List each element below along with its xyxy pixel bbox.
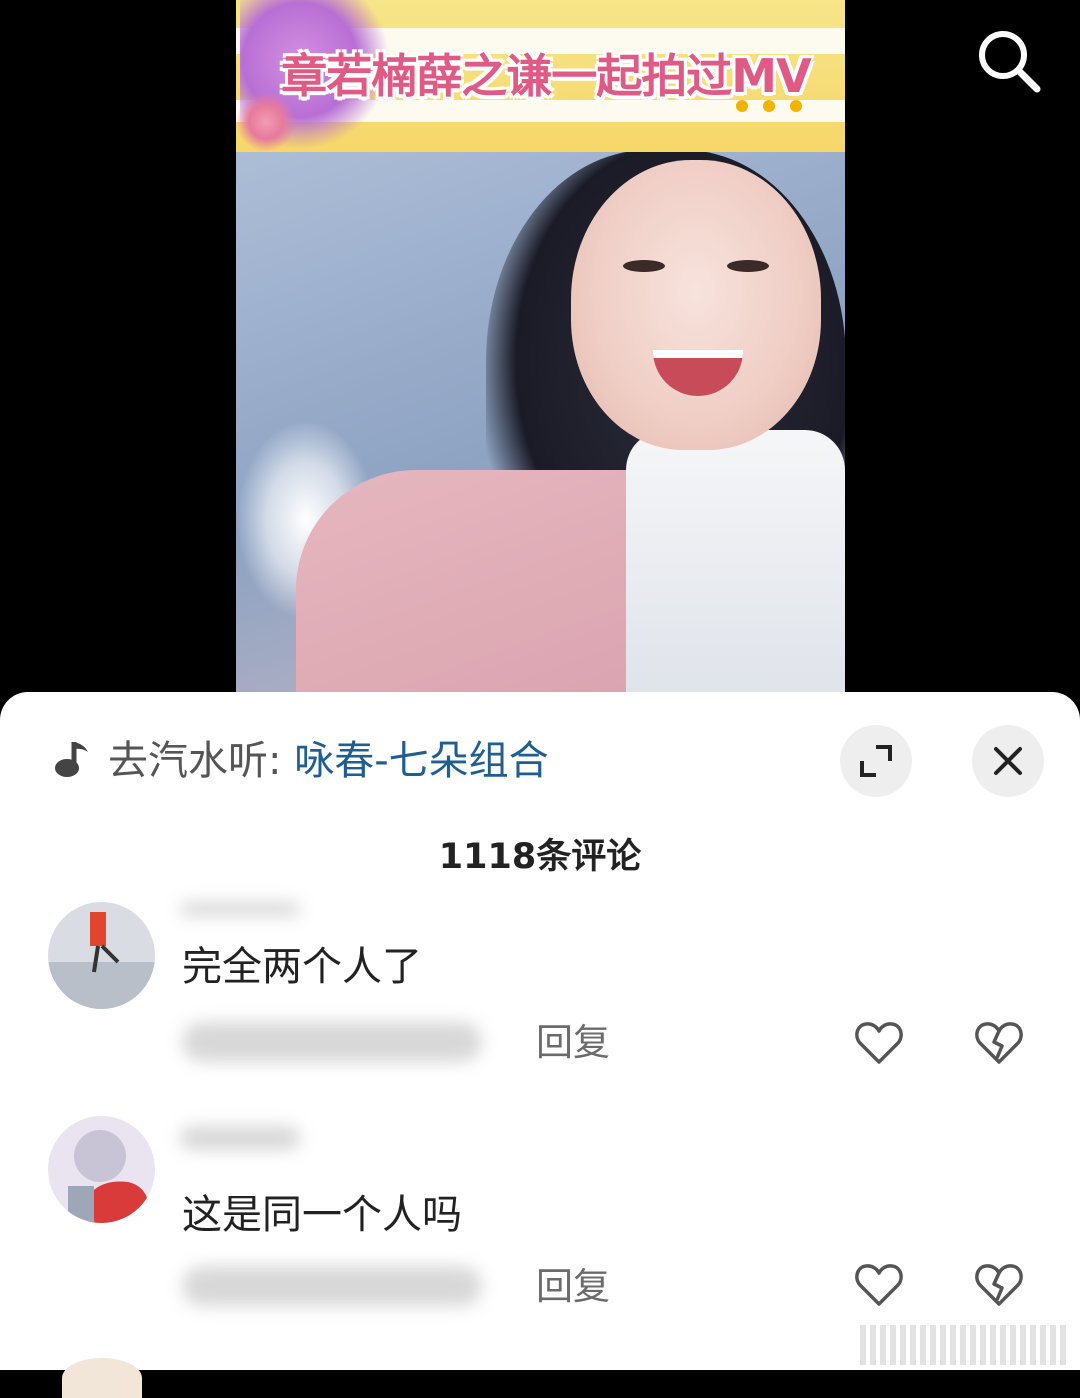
broken-heart-icon[interactable] [972, 1258, 1026, 1312]
video-title-banner: 章若楠薛之谦一起拍过MV [236, 0, 845, 152]
video-subject-turtleneck [626, 430, 845, 692]
banner-dot [763, 100, 775, 112]
reply-button[interactable]: 回复 [536, 1020, 610, 1066]
smile [653, 350, 743, 396]
blurred-meta [182, 1266, 482, 1306]
video-player[interactable]: 章若楠薛之谦一起拍过MV [0, 0, 1080, 700]
heart-icon[interactable] [852, 1258, 906, 1312]
expand-button[interactable] [840, 725, 912, 797]
music-note-icon [55, 742, 88, 777]
left-eye [623, 260, 665, 272]
banner-dot [790, 100, 802, 112]
video-title: 章若楠薛之谦一起拍过MV [281, 49, 811, 103]
video-subject-face [571, 160, 821, 450]
close-button[interactable] [972, 725, 1044, 797]
broken-heart-icon[interactable] [972, 1016, 1026, 1070]
expand-icon [860, 745, 892, 777]
comment-text: 这是同一个人吗 [182, 1192, 462, 1238]
heart-icon[interactable] [852, 1016, 906, 1070]
comment-count: 1118条评论 [438, 837, 642, 877]
blurred-meta [182, 1022, 482, 1062]
music-song-title[interactable]: 咏春-七朵组合 [294, 738, 548, 784]
blurred-username [180, 902, 300, 916]
music-bar[interactable]: 去汽水听: 咏春-七朵组合 [0, 692, 1080, 832]
watermark [860, 1325, 1070, 1365]
search-icon [979, 31, 1041, 93]
avatar[interactable] [48, 1116, 155, 1223]
banner-dot [736, 100, 748, 112]
music-link[interactable]: 去汽水听: 咏春-七朵组合 [108, 736, 549, 786]
video-frame[interactable]: 章若楠薛之谦一起拍过MV [236, 0, 845, 692]
comment-sheet: 去汽水听: 咏春-七朵组合 1118条评论 完全两个人了 回复 这是同一个人吗 … [0, 692, 1080, 1370]
avatar-image [48, 1116, 155, 1223]
avatar-image [48, 902, 155, 1009]
search-button[interactable] [972, 24, 1044, 96]
close-icon [994, 747, 1022, 775]
music-prefix: 去汽水听: [108, 738, 295, 784]
comment-item: 完全两个人了 回复 [0, 902, 1080, 1124]
avatar[interactable] [48, 902, 155, 1009]
reply-button[interactable]: 回复 [536, 1264, 610, 1310]
blurred-username [180, 1126, 300, 1150]
next-comment-avatar [62, 1358, 142, 1398]
comment-text: 完全两个人了 [182, 944, 422, 990]
right-eye [727, 260, 769, 272]
